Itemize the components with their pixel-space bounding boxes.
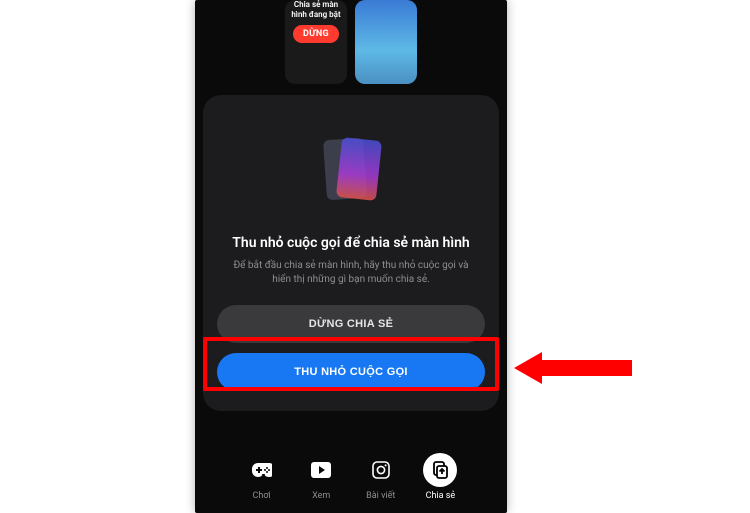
share-screen-icon [423, 453, 457, 487]
minimize-illustration [321, 129, 381, 211]
nav-label: Xem [312, 491, 330, 501]
screen-share-status-text: Chia sẻ màn hình đang bật [285, 0, 347, 19]
instagram-icon [364, 453, 398, 487]
call-thumbnails: Chia sẻ màn hình đang bật DỪNG [285, 0, 417, 84]
nav-label: Chia sẻ [426, 491, 456, 501]
nav-item-play[interactable]: Chơi [245, 453, 279, 501]
stop-share-pill[interactable]: DỪNG [293, 25, 339, 43]
controller-icon [245, 453, 279, 487]
nav-label: Bài viết [366, 491, 395, 501]
minimize-call-button[interactable]: THU NHỎ CUỘC GỌI [217, 353, 485, 391]
nav-item-watch[interactable]: Xem [304, 453, 338, 501]
stop-sharing-button[interactable]: DỪNG CHIA SẺ [217, 305, 485, 343]
phone-screen: Chia sẻ màn hình đang bật DỪNG Thu nhỏ c… [195, 0, 507, 513]
annotation-arrow [514, 348, 634, 392]
sheet-title: Thu nhỏ cuộc gọi để chia sẻ màn hình [232, 235, 469, 251]
bottom-nav: Chơi Xem Bài viết Chia sẻ [195, 453, 507, 501]
camera-thumbnail[interactable] [355, 0, 417, 84]
play-icon [304, 453, 338, 487]
screen-share-thumbnail[interactable]: Chia sẻ màn hình đang bật DỪNG [285, 0, 347, 84]
nav-label: Chơi [253, 491, 271, 501]
nav-item-posts[interactable]: Bài viết [364, 453, 398, 501]
sheet-subtitle: Để bắt đầu chia sẻ màn hình, hãy thu nhỏ… [217, 259, 485, 287]
nav-item-share[interactable]: Chia sẻ [423, 453, 457, 501]
share-sheet: Thu nhỏ cuộc gọi để chia sẻ màn hình Để … [203, 95, 499, 411]
